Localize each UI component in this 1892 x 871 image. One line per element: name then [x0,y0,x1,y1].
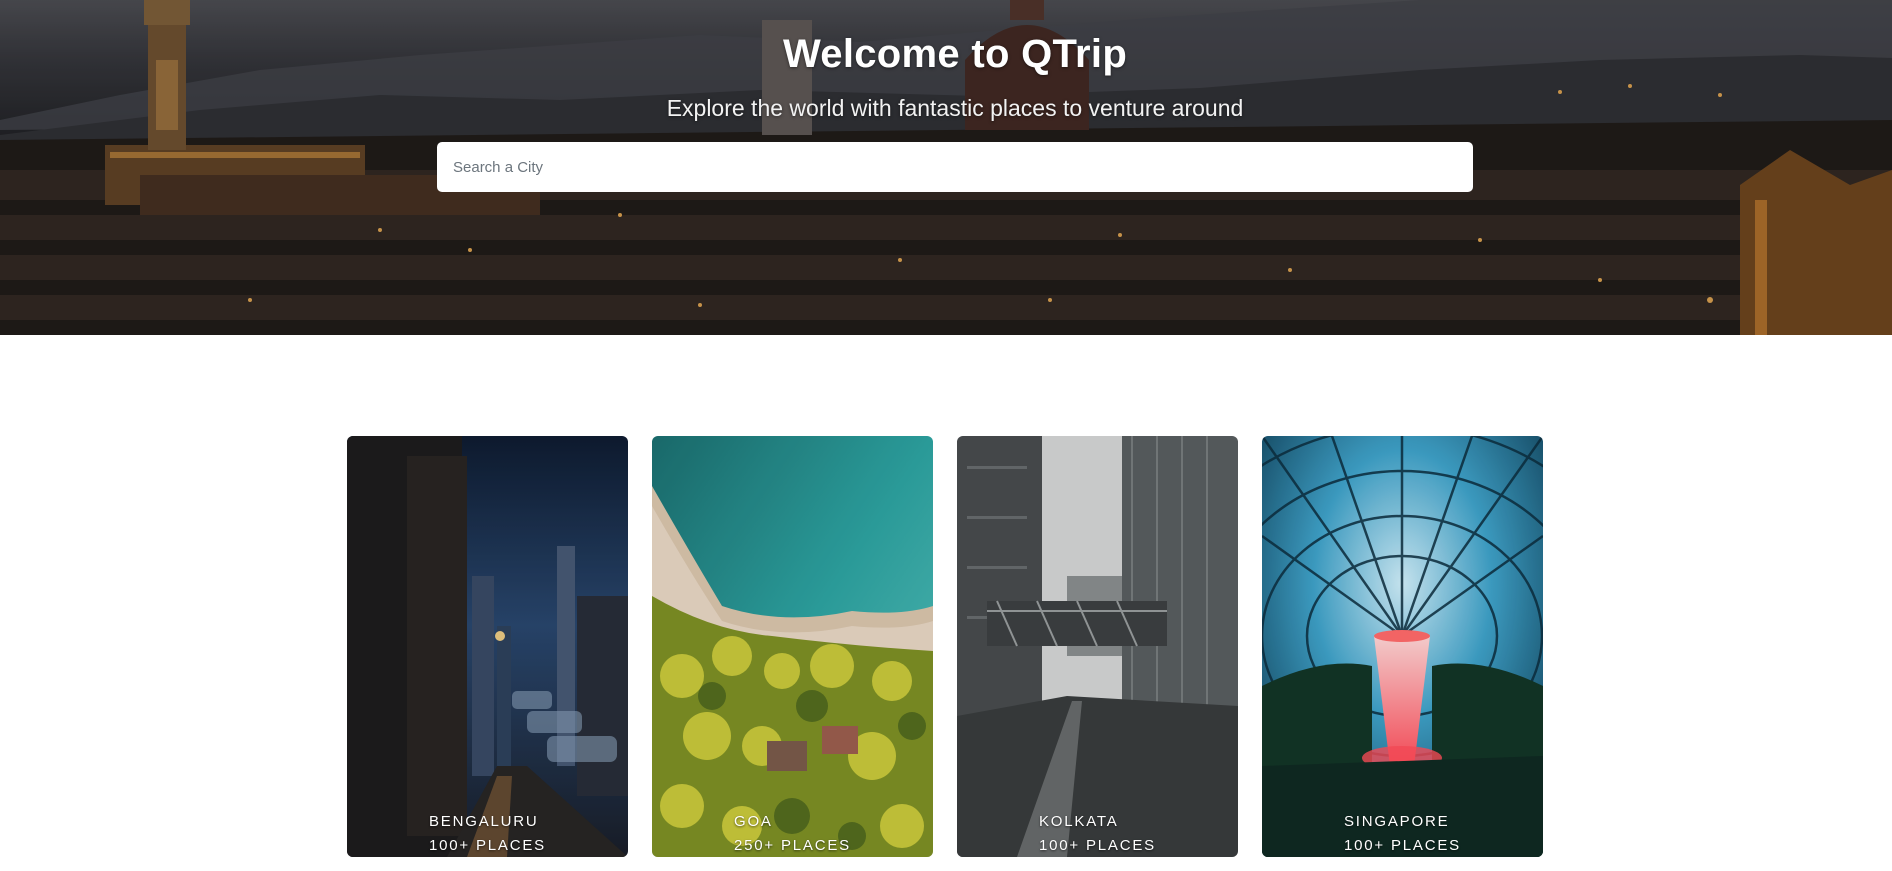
city-card-text: GOA 250+ PLACES [734,810,851,857]
city-card-text: SINGAPORE 100+ PLACES [1344,810,1461,857]
city-card-text: KOLKATA 100+ PLACES [1039,810,1156,857]
city-card-singapore[interactable]: SINGAPORE 100+ PLACES [1262,436,1543,857]
city-card-text: BENGALURU 100+ PLACES [429,810,546,857]
hero-banner: Welcome to QTrip Explore the world with … [0,0,1892,335]
city-name: SINGAPORE [1344,813,1450,830]
city-image-bengaluru [347,436,628,857]
city-card-goa[interactable]: GOA 250+ PLACES [652,436,933,857]
city-name: GOA [734,813,773,830]
city-image-singapore [1262,436,1543,857]
city-card-kolkata[interactable]: KOLKATA 100+ PLACES [957,436,1238,857]
city-places-count: 250+ PLACES [734,837,851,854]
city-places-count: 100+ PLACES [429,837,546,854]
city-name: BENGALURU [429,813,539,830]
hero-title: Welcome to QTrip [782,32,1128,76]
hero-subtitle: Explore the world with fantastic places … [666,95,1244,121]
search-city-input[interactable] [437,142,1473,192]
city-name: KOLKATA [1039,813,1119,830]
city-places-count: 100+ PLACES [1039,837,1156,854]
city-image-goa [652,436,933,857]
city-places-count: 100+ PLACES [1344,837,1461,854]
city-image-kolkata [957,436,1238,857]
city-card-bengaluru[interactable]: BENGALURU 100+ PLACES [347,436,628,857]
